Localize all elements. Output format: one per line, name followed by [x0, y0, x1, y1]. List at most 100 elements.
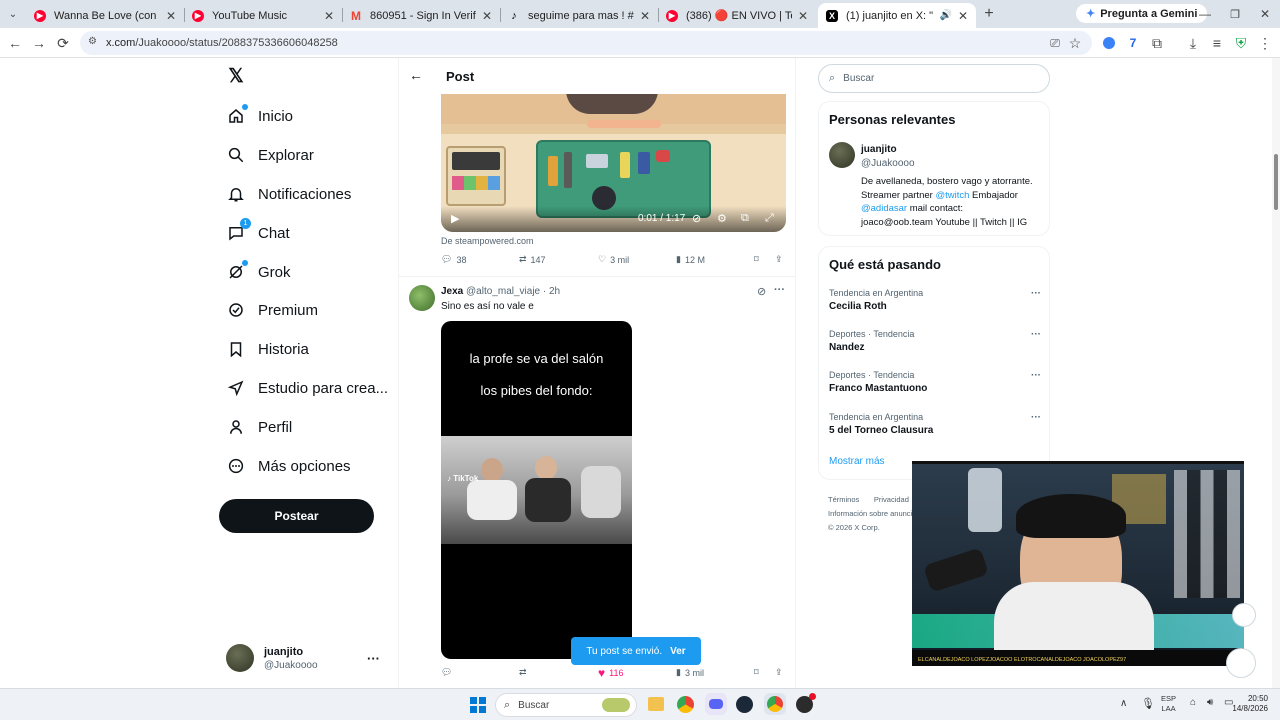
reply-icon[interactable]: 💬︎ [441, 667, 452, 678]
picture-in-picture-icon[interactable]: ⧉ [741, 212, 749, 225]
trend-item[interactable]: Tendencia en Argentina Cecilia Roth ··· [829, 288, 1041, 312]
network-icon[interactable]: ⌂ [1190, 697, 1196, 708]
more-dots-icon[interactable]: ··· [1031, 370, 1041, 381]
avatar[interactable] [829, 142, 855, 168]
steam-icon[interactable] [736, 696, 753, 713]
restore-icon[interactable]: ❐ [1226, 5, 1244, 23]
reload-icon[interactable]: ⟳ [54, 34, 72, 52]
tab-6-active[interactable]: X (1) juanjito en X: "Que pasa 🔊 ✕ [818, 3, 976, 28]
reply-author-name[interactable]: Jexa [441, 286, 463, 297]
site-info-icon[interactable]: ⚙ [88, 36, 97, 47]
discord-icon[interactable] [705, 693, 727, 715]
trend-item[interactable]: Deportes · Tendencia Franco Mastantuono … [829, 370, 1041, 394]
extension-1-icon[interactable] [1100, 34, 1118, 52]
sidebar-item-notificaciones[interactable]: Notificaciones [226, 182, 351, 206]
page-scrollbar[interactable] [1272, 58, 1280, 688]
tab-5[interactable]: ▶ (386) 🔴 EN VIVO | Team DUKI ✕ [658, 3, 816, 28]
bio-link-adidas[interactable]: @adidasar [861, 203, 907, 214]
repost-icon[interactable]: ⇄ [519, 667, 527, 678]
settings-gear-icon[interactable]: ⚙ [717, 212, 727, 225]
more-dots-icon[interactable]: ··· [367, 651, 380, 666]
sidebar-item-perfil[interactable]: Perfil [226, 415, 292, 439]
scrollbar-thumb[interactable] [1274, 154, 1278, 210]
close-icon[interactable]: ✕ [958, 9, 968, 23]
sidebar-item-premium[interactable]: Premium [226, 298, 318, 322]
post-button[interactable]: Postear [219, 499, 374, 533]
bookmark-star-icon[interactable]: ☆ [1066, 34, 1084, 52]
reply-video[interactable]: la profe se va del salón los pibes del f… [441, 321, 632, 659]
sidebar-item-chat[interactable]: 1 Chat [226, 218, 290, 245]
close-icon[interactable]: ✕ [324, 9, 334, 23]
more-dots-icon[interactable]: ··· [774, 284, 785, 296]
share-icon[interactable]: ⇪ [775, 254, 783, 265]
chrome-icon[interactable] [677, 696, 694, 713]
close-icon[interactable]: ✕ [640, 9, 650, 23]
close-icon[interactable]: ✕ [482, 9, 492, 23]
footer-privacy-link[interactable]: Privacidad [874, 495, 909, 504]
search-input[interactable]: ⌕ Buscar [818, 64, 1050, 93]
obs-icon[interactable] [796, 693, 816, 713]
views-button[interactable]: ▮ 3 mil [676, 667, 704, 678]
show-more-link[interactable]: Mostrar más [829, 456, 885, 467]
taskbar-search[interactable]: ⌕ Buscar [495, 693, 637, 717]
play-icon[interactable]: ▶ [451, 212, 459, 225]
windows-start-icon[interactable] [470, 697, 486, 713]
tab-2[interactable]: ▶ YouTube Music ✕ [184, 3, 342, 28]
clock[interactable]: 20:50 14/8/2026 [1226, 694, 1268, 714]
repost-button[interactable]: ⇄ 147 [519, 254, 546, 265]
close-icon[interactable]: ✕ [166, 9, 176, 23]
shield-extension-icon[interactable]: ⛨ [1232, 34, 1250, 52]
video-player[interactable]: ▶ 0:01 / 1:17 ⊘ ⚙ ⧉ ⤢ [441, 94, 786, 232]
trend-item[interactable]: Tendencia en Argentina 5 del Torneo Clau… [829, 412, 1041, 436]
tray-chevron-icon[interactable]: ∧ [1120, 698, 1127, 709]
tab-3[interactable]: M 860951 - Sign In Verification Code ✕ [342, 3, 500, 28]
audio-playing-icon[interactable]: 🔊 [939, 10, 951, 21]
sidebar-item-explorar[interactable]: Explorar [226, 143, 314, 167]
toast-view-link[interactable]: Ver [670, 646, 686, 657]
file-explorer-icon[interactable] [648, 697, 664, 711]
extension-2-icon[interactable]: 7 [1124, 34, 1142, 52]
x-logo-icon[interactable]: 𝕏 [226, 66, 246, 87]
extensions-puzzle-icon[interactable]: ⧉ [1148, 34, 1166, 52]
minimize-icon[interactable]: — [1196, 5, 1214, 23]
reply-author-handle[interactable]: @alto_mal_viaje [466, 286, 540, 297]
bookmark-icon[interactable]: ⌑ [754, 254, 759, 265]
reply-button[interactable]: 💬︎ 38 [441, 254, 466, 265]
download-icon[interactable]: ⤓ [1184, 34, 1202, 52]
mute-icon[interactable]: ⊘ [692, 212, 701, 225]
like-button[interactable]: ♥ 116 [598, 666, 623, 680]
fullscreen-icon[interactable]: ⤢ [765, 212, 774, 225]
sidebar-item-grok[interactable]: Grok [226, 260, 291, 284]
account-switcher[interactable]: juanjito @Juakoooo ··· [222, 640, 390, 676]
like-button[interactable]: ♡ 3 mil [598, 254, 629, 265]
more-dots-icon[interactable]: ··· [1031, 329, 1041, 340]
tab-search-chevron-icon[interactable]: ⌄ [4, 5, 22, 23]
volume-icon[interactable]: 🔊︎ [1207, 697, 1213, 708]
microphone-icon[interactable]: 🎙︎ [1141, 697, 1155, 710]
sidebar-item-historia[interactable]: Historia [226, 337, 309, 361]
messages-floating-button[interactable] [1226, 648, 1256, 678]
reply-avatar[interactable] [409, 285, 435, 311]
bio-link-twitch[interactable]: @twitch [935, 190, 969, 201]
share-icon[interactable]: ⇪ [775, 667, 783, 678]
person-name[interactable]: juanjito [861, 144, 897, 155]
footer-terms-link[interactable]: Términos [828, 495, 859, 504]
trend-item[interactable]: Deportes · Tendencia Nandez ··· [829, 329, 1041, 353]
window-close-icon[interactable]: ✕ [1256, 5, 1274, 23]
person-handle[interactable]: @Juakoooo [861, 158, 915, 169]
browser-menu-icon[interactable]: ⋮ [1256, 34, 1274, 52]
more-dots-icon[interactable]: ··· [1031, 412, 1041, 423]
tab-1[interactable]: ▶ Wanna Be Love (con Kayla Jasmin) ✕ [26, 3, 184, 28]
forward-icon[interactable]: → [30, 34, 48, 52]
views-button[interactable]: ▮ 12 M [676, 254, 705, 265]
media-control-icon[interactable]: ≡ [1208, 34, 1226, 52]
bookmark-icon[interactable]: ⌑ [754, 667, 759, 678]
back-icon[interactable]: ← [6, 34, 24, 52]
sidebar-item-mas-opciones[interactable]: Más opciones [226, 454, 351, 478]
tab-4[interactable]: ♪ seguime para mas ! #stream #s ✕ [500, 3, 658, 28]
gemini-button[interactable]: ✦ Pregunta a Gemini [1076, 4, 1208, 23]
new-tab-plus-icon[interactable]: + [980, 5, 998, 23]
sidebar-item-inicio[interactable]: Inicio [226, 104, 293, 128]
video-source[interactable]: De steampowered.com [441, 236, 534, 246]
grok-floating-button[interactable] [1232, 603, 1256, 627]
